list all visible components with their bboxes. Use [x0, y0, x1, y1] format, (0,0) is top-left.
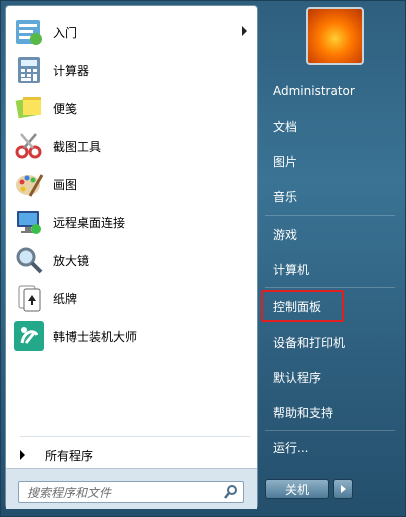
right-item-music[interactable]: 音乐: [265, 182, 393, 210]
right-item-computer[interactable]: 计算机: [265, 255, 393, 283]
program-item-installer[interactable]: 韩博士装机大师: [10, 318, 255, 354]
divider: [265, 215, 395, 216]
right-item-label: 运行...: [273, 440, 309, 455]
divider: [265, 287, 395, 288]
program-item-calculator[interactable]: 计算器: [10, 52, 255, 88]
program-item-solitaire[interactable]: 纸牌: [10, 280, 255, 316]
right-item-label: 音乐: [273, 189, 298, 204]
expand-arrow-icon: [20, 450, 25, 460]
divider: [20, 436, 250, 437]
right-item-label: 图片: [273, 154, 298, 169]
program-label: 放大镜: [53, 253, 90, 268]
program-label: 截图工具: [53, 139, 102, 154]
search-box[interactable]: [18, 481, 244, 503]
divider: [265, 430, 395, 431]
right-item-default-programs[interactable]: 默认程序: [265, 363, 393, 391]
program-label: 画图: [53, 177, 78, 192]
user-avatar[interactable]: [306, 7, 364, 65]
right-item-label: 文档: [273, 119, 298, 134]
paint-icon: [14, 169, 44, 199]
program-item-sticky-notes[interactable]: 便笺: [10, 90, 255, 126]
all-programs-label: 所有程序: [45, 448, 94, 463]
solitaire-icon: [14, 283, 44, 313]
program-label: 入门: [53, 25, 78, 40]
right-item-label: 游戏: [273, 227, 298, 242]
program-label: 纸牌: [53, 291, 78, 306]
program-label: 韩博士装机大师: [53, 329, 138, 344]
shutdown-options-arrow-icon[interactable]: [333, 479, 353, 499]
right-item-games[interactable]: 游戏: [265, 220, 393, 248]
program-item-paint[interactable]: 画图: [10, 166, 255, 202]
calculator-icon: [14, 55, 44, 85]
program-label: 计算器: [53, 63, 90, 78]
program-item-snipping-tool[interactable]: 截图工具: [10, 128, 255, 164]
right-item-administrator[interactable]: Administrator: [265, 77, 393, 105]
search-area: [6, 468, 257, 509]
program-label: 远程桌面连接: [53, 215, 126, 230]
program-item-magnifier[interactable]: 放大镜: [10, 242, 255, 278]
program-item-getting-started[interactable]: 入门: [10, 14, 255, 50]
right-item-documents[interactable]: 文档: [265, 112, 393, 140]
programs-pane: 入门 计算器 便笺 截图工具 画图 远程桌面连接 放大镜 纸牌 韩博士装机大师 …: [5, 5, 258, 509]
right-item-label: Administrator: [273, 84, 355, 98]
all-programs-button[interactable]: 所有程序: [14, 442, 254, 468]
magnifier-icon: [14, 245, 44, 275]
right-item-label: 帮助和支持: [273, 405, 334, 420]
right-item-pictures[interactable]: 图片: [265, 147, 393, 175]
search-input[interactable]: [25, 483, 219, 503]
right-item-run[interactable]: 运行...: [265, 433, 393, 461]
right-item-label: 计算机: [273, 262, 310, 277]
installer-icon: [14, 321, 44, 351]
getting-started-icon: [14, 17, 44, 47]
shutdown-button[interactable]: 关机: [265, 479, 329, 499]
program-item-remote-desktop[interactable]: 远程桌面连接: [10, 204, 255, 240]
start-menu: 入门 计算器 便笺 截图工具 画图 远程桌面连接 放大镜 纸牌 韩博士装机大师 …: [0, 0, 406, 517]
right-item-label: 默认程序: [273, 370, 322, 385]
right-item-devices-printers[interactable]: 设备和打印机: [265, 328, 393, 356]
sticky-notes-icon: [14, 93, 44, 123]
program-label: 便笺: [53, 101, 78, 116]
right-item-label: 设备和打印机: [273, 335, 346, 350]
remote-desktop-icon: [14, 207, 44, 237]
right-item-help-support[interactable]: 帮助和支持: [265, 398, 393, 426]
submenu-arrow-icon[interactable]: [242, 26, 247, 36]
highlight-box: [261, 290, 344, 322]
search-icon[interactable]: [223, 484, 239, 500]
snipping-tool-icon: [14, 131, 44, 161]
